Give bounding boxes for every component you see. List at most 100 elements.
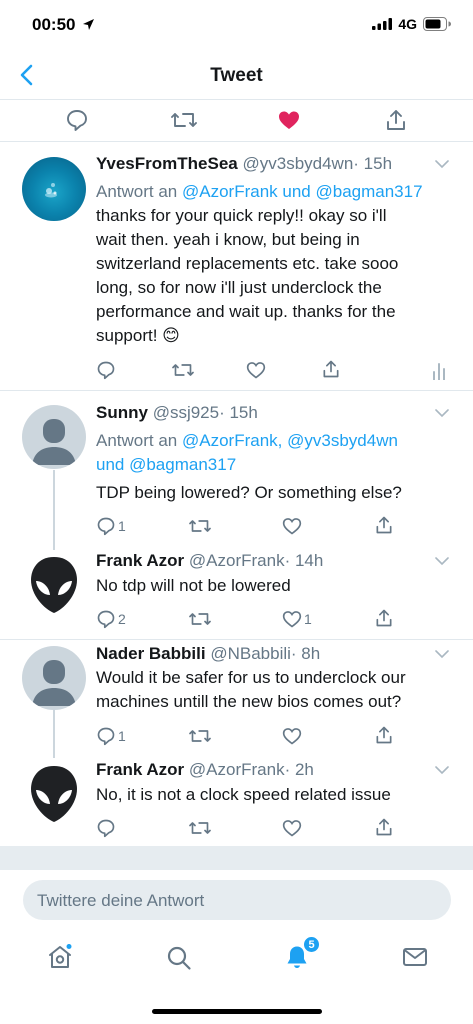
reply-mentions[interactable]: @AzorFrank und @bagman317 [182, 182, 423, 201]
reply-count: 1 [118, 728, 126, 744]
reply-tweet[interactable]: YvesFromTheSea @yv3sbyd4wn· 15h Antwort … [0, 142, 473, 390]
tab-home[interactable] [47, 944, 73, 970]
tweet-text-line: wait then. yeah i know, but being in [96, 230, 360, 249]
tweet-time: · 15h [219, 403, 258, 422]
reply-tweet[interactable]: Sunny @ssj925· 15h Antwort an @AzorFrank… [0, 391, 473, 541]
tweet-text-line: No tdp will not be lowered [96, 576, 291, 595]
reply-count: 1 [118, 518, 126, 534]
like-button[interactable] [282, 726, 302, 746]
comment-icon [97, 610, 115, 629]
comment-icon [97, 517, 115, 536]
author-name: YvesFromTheSea [96, 154, 238, 173]
tweet-menu-button[interactable] [435, 766, 449, 775]
reply-mentions[interactable]: @AzorFrank, @yv3sbyd4wn [182, 431, 398, 450]
comment-icon [97, 819, 115, 838]
heart-icon [246, 362, 266, 379]
avatar[interactable] [22, 762, 86, 826]
location-arrow-icon [83, 19, 95, 30]
reply-context: Antwort an @AzorFrank und @bagman317 [96, 180, 423, 204]
retweet-icon [189, 520, 211, 532]
retweet-icon [189, 613, 211, 625]
main-reply-button[interactable] [65, 108, 89, 132]
main-tweet-actions [0, 100, 473, 142]
share-icon [376, 516, 392, 534]
tweet-menu-button[interactable] [435, 557, 449, 566]
author-line: Sunny @ssj925· 15h [96, 403, 258, 423]
like-button[interactable]: 1 [282, 609, 312, 629]
retweet-button[interactable] [189, 818, 211, 838]
retweet-button[interactable] [189, 609, 211, 629]
avatar[interactable] [22, 405, 86, 469]
tweet-menu-button[interactable] [435, 160, 449, 169]
share-icon [323, 360, 339, 378]
share-button[interactable] [321, 359, 341, 379]
main-retweet-button[interactable] [171, 108, 197, 132]
retweet-icon [172, 364, 194, 376]
retweet-button[interactable] [189, 726, 211, 746]
chevron-down-icon [435, 650, 449, 659]
retweet-icon [189, 730, 211, 742]
reply-button[interactable]: 1 [96, 516, 126, 536]
battery-icon [423, 17, 451, 31]
tweet-menu-button[interactable] [435, 409, 449, 418]
avatar[interactable] [22, 553, 86, 617]
like-button[interactable] [282, 818, 302, 838]
like-button[interactable] [246, 360, 266, 380]
tab-search[interactable] [166, 945, 192, 971]
reply-tweet[interactable]: Frank Azor @AzorFrank· 2h No, it is not … [0, 750, 473, 846]
mail-icon [403, 948, 427, 966]
reply-button[interactable]: 1 [96, 726, 126, 746]
like-button[interactable] [282, 516, 302, 536]
tweet-menu-button[interactable] [435, 650, 449, 659]
reply-button[interactable] [96, 360, 116, 380]
analytics-button[interactable] [432, 362, 446, 380]
tweet-text-line: Would it be safer for us to underclock o… [96, 668, 406, 687]
network-type: 4G [398, 16, 417, 32]
share-button[interactable] [374, 515, 394, 535]
main-like-button[interactable] [277, 108, 301, 132]
author-handle: @AzorFrank [188, 760, 285, 779]
share-icon [387, 110, 405, 130]
tab-bar [0, 928, 473, 988]
tweet-text-line: TDP being lowered? Or something else? [96, 483, 402, 502]
main-share-button[interactable] [384, 108, 408, 132]
reply-tweet[interactable]: Nader Babbili @NBabbili· 8h Would it be … [0, 640, 473, 750]
author-name: Sunny [96, 403, 148, 422]
alien-avatar [31, 557, 77, 613]
reply-button[interactable] [96, 818, 116, 838]
tweet-text-line: machines untill the new bios comes out? [96, 692, 402, 711]
avatar-image [45, 183, 57, 198]
alien-avatar [31, 766, 77, 822]
tweet-time: · 14h [284, 551, 324, 570]
chevron-down-icon [435, 160, 449, 169]
nav-header: Tweet [0, 52, 473, 100]
search-icon [167, 946, 191, 970]
author-line: Frank Azor @AzorFrank· 2h [96, 760, 314, 780]
avatar[interactable] [22, 157, 86, 221]
chevron-down-icon [435, 557, 449, 566]
share-button[interactable] [374, 725, 394, 745]
share-icon [376, 818, 392, 836]
tweet-text: TDP being lowered? Or something else? [96, 481, 402, 505]
heart-icon [282, 611, 302, 628]
reply-input[interactable]: Twittere deine Antwort [23, 880, 451, 920]
reply-button[interactable]: 2 [96, 609, 126, 629]
reply-prefix: Antwort an [96, 431, 182, 450]
reply-mentions-continued[interactable]: und @bagman317 [96, 453, 398, 477]
retweet-button[interactable] [189, 516, 211, 536]
default-avatar [32, 419, 76, 465]
share-button[interactable] [374, 608, 394, 628]
retweet-button[interactable] [172, 360, 194, 380]
comment-icon [67, 110, 87, 131]
tweet-text-line: performance and wait up. thanks for the [96, 302, 396, 321]
tab-messages[interactable] [402, 945, 428, 969]
tweet-text-line: long, so for now i'll just underclock th… [96, 278, 382, 297]
author-line: Nader Babbili @NBabbili· 8h [96, 644, 320, 664]
retweet-icon [171, 113, 197, 127]
reply-tweet[interactable]: Frank Azor @AzorFrank· 14h No tdp will n… [0, 541, 473, 639]
avatar[interactable] [22, 646, 86, 710]
default-avatar [32, 660, 76, 706]
share-button[interactable] [374, 817, 394, 837]
signal-icon [372, 18, 393, 30]
tweet-text-line: thanks for your quick reply!! okay so i'… [96, 206, 387, 225]
